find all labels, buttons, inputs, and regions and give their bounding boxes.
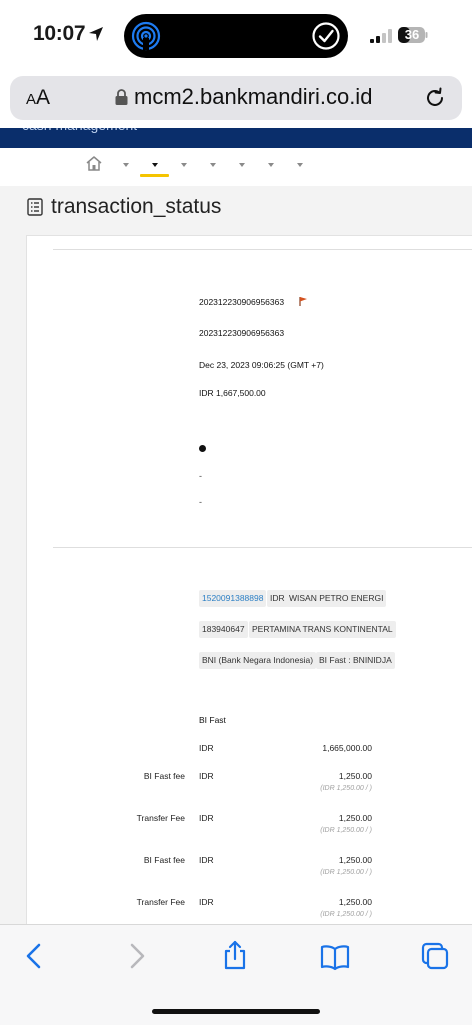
- fee-currency: IDR: [199, 855, 214, 865]
- text-size-button[interactable]: AA: [26, 86, 50, 110]
- transaction-id: 202312230906956363: [199, 328, 285, 338]
- principal-currency: IDR: [199, 743, 214, 753]
- fee-amount: 1,250.00: [338, 771, 372, 781]
- fee-label: BI Fast fee: [143, 771, 185, 781]
- fee-currency: IDR: [199, 897, 214, 907]
- transaction-amount: IDR 1,667,500.00: [199, 388, 266, 398]
- fee-equivalent: (IDR 1,250.00 / ): [320, 911, 372, 918]
- divider-middle: [53, 547, 472, 548]
- menu-caret-4[interactable]: [210, 163, 216, 167]
- beneficiary-name: PERTAMINA TRANS KONTINENTAL: [249, 621, 396, 638]
- home-icon[interactable]: [85, 155, 103, 171]
- fee-label: BI Fast fee: [143, 855, 185, 865]
- menu-caret-6[interactable]: [268, 163, 274, 167]
- fee-label: Transfer Fee: [136, 813, 185, 823]
- checkmark-circle-icon: [312, 22, 340, 50]
- bookmarks-icon[interactable]: [320, 942, 350, 972]
- fee-amount: 1,250.00: [338, 897, 372, 907]
- transaction-card: [26, 235, 472, 936]
- menu-caret-7[interactable]: [297, 163, 303, 167]
- empty-value-1: -: [199, 471, 202, 481]
- fee-equivalent: (IDR 1,250.00 / ): [320, 785, 372, 792]
- main-menu: [0, 148, 472, 186]
- source-account-link[interactable]: 1520091388898: [199, 590, 267, 607]
- menu-caret-1[interactable]: [123, 163, 129, 167]
- text-size-small: A: [26, 91, 37, 108]
- source-currency: IDR: [267, 590, 288, 607]
- status-time: 10:07: [33, 22, 86, 45]
- menu-active-indicator: [140, 174, 169, 177]
- text-size-large: A: [36, 86, 51, 109]
- cellular-signal-icon: [370, 29, 392, 43]
- home-indicator: [152, 1009, 320, 1014]
- lock-icon: [115, 89, 128, 105]
- fee-equivalent: (IDR 1,250.00 / ): [320, 827, 372, 834]
- source-name: WISAN PETRO ENERGI: [286, 590, 387, 607]
- page-title: transaction_status: [51, 195, 222, 218]
- battery-level: 36: [404, 27, 420, 42]
- transfer-method: BI Fast: [199, 715, 226, 725]
- empty-value-2: -: [199, 497, 202, 507]
- beneficiary-bank: BNI (Bank Negara Indonesia): [199, 652, 317, 669]
- url-text[interactable]: mcm2.bankmandiri.co.id: [134, 84, 372, 110]
- principal-amount: 1,665,000.00: [322, 743, 372, 753]
- beneficiary-account: 183940647: [199, 621, 248, 638]
- transaction-datetime: Dec 23, 2023 09:06:25 (GMT +7): [199, 360, 324, 370]
- reload-icon[interactable]: [423, 86, 447, 110]
- fee-amount: 1,250.00: [338, 813, 372, 823]
- tabs-icon[interactable]: [420, 941, 450, 971]
- status-dot: [199, 445, 206, 452]
- fee-currency: IDR: [199, 771, 214, 781]
- document-list-icon: [27, 198, 43, 216]
- fee-amount: 1,250.00: [338, 855, 372, 865]
- location-arrow-icon: [89, 27, 103, 41]
- flag-icon: [299, 297, 307, 306]
- share-icon[interactable]: [220, 940, 250, 970]
- airdrop-icon: [131, 21, 161, 51]
- back-icon[interactable]: [20, 941, 50, 971]
- fee-currency: IDR: [199, 813, 214, 823]
- transfer-method-code: BI Fast : BNINIDJA: [316, 652, 395, 669]
- forward-icon[interactable]: [121, 941, 151, 971]
- transaction-reference: 202312230906956363: [199, 297, 285, 307]
- fee-label: Transfer Fee: [136, 897, 185, 907]
- menu-caret-5[interactable]: [239, 163, 245, 167]
- divider-top: [53, 249, 472, 250]
- menu-caret-3[interactable]: [181, 163, 187, 167]
- header-band-user: nt User Mandi: [396, 120, 459, 131]
- menu-caret-2[interactable]: [152, 163, 158, 167]
- fee-equivalent: (IDR 1,250.00 / ): [320, 869, 372, 876]
